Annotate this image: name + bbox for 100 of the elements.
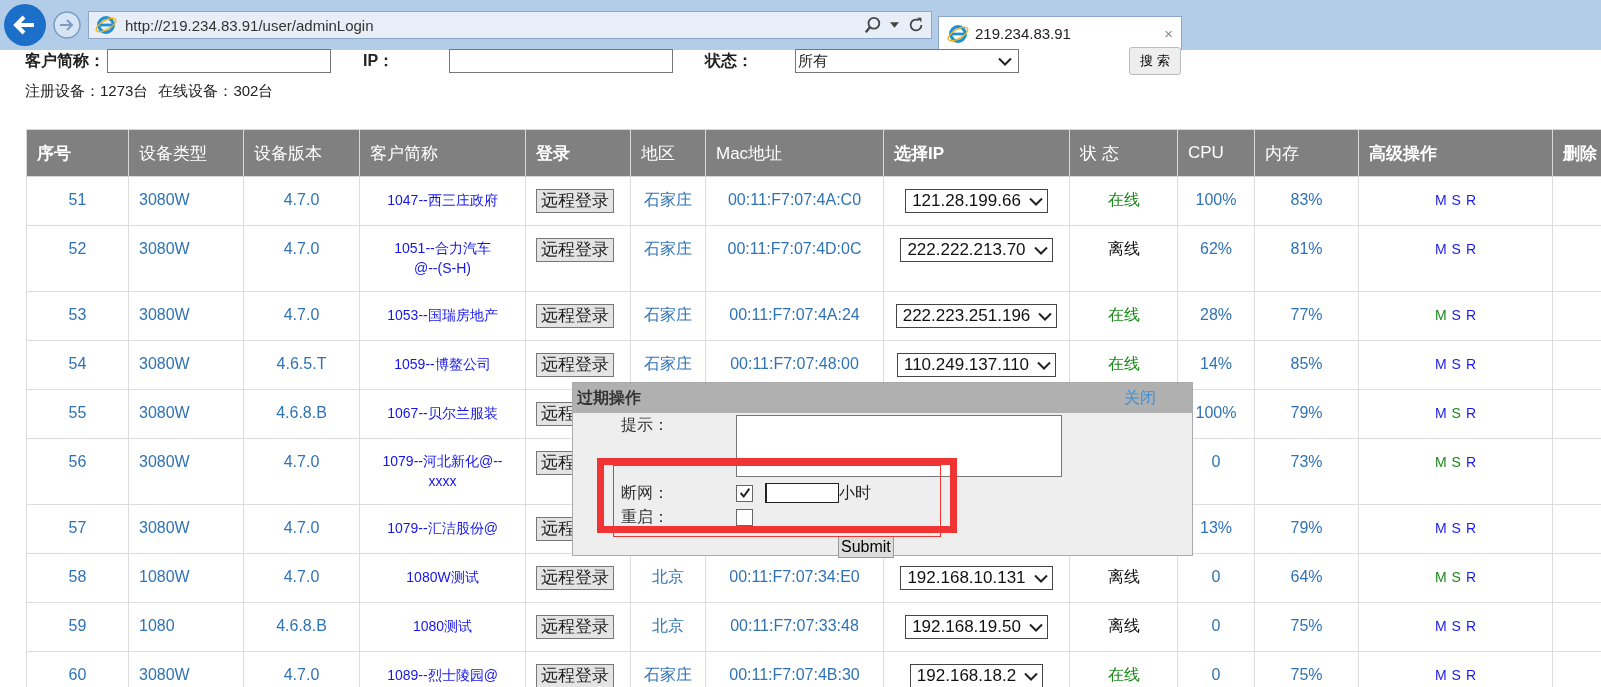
region-link[interactable]: 北京 xyxy=(652,568,684,585)
device-type: 3080W xyxy=(139,453,190,470)
device-type: 3080W xyxy=(139,666,190,683)
refresh-icon[interactable] xyxy=(907,16,925,34)
submit-button[interactable]: Submit xyxy=(838,536,894,558)
row-number: 56 xyxy=(68,453,87,470)
action-link[interactable]: M xyxy=(1434,402,1447,424)
remote-login-button[interactable]: 远程登录 xyxy=(536,566,614,590)
column-header: 设备类型 xyxy=(128,129,244,177)
device-type: 3080W xyxy=(139,306,190,323)
row-number: 53 xyxy=(68,306,87,323)
back-icon[interactable] xyxy=(3,3,47,47)
cpu-usage: 62% xyxy=(1200,240,1232,257)
device-version: 4.6.8.B xyxy=(276,404,327,421)
action-link[interactable]: M xyxy=(1434,353,1447,375)
action-link[interactable]: M xyxy=(1434,615,1447,637)
checkbox[interactable] xyxy=(736,508,753,526)
checkbox[interactable] xyxy=(736,484,753,502)
action-link[interactable]: S xyxy=(1451,451,1461,473)
action-link[interactable]: S xyxy=(1451,189,1461,211)
region-link[interactable]: 北京 xyxy=(652,617,684,634)
action-link[interactable]: M xyxy=(1434,304,1447,326)
cpu-usage: 0 xyxy=(1211,666,1221,683)
ip-select[interactable]: 222.223.251.196 xyxy=(895,304,1058,328)
action-link[interactable]: R xyxy=(1465,566,1477,588)
action-link[interactable]: M xyxy=(1434,664,1447,686)
remote-login-button[interactable]: 远程登录 xyxy=(536,304,614,328)
browser-icon xyxy=(947,22,969,45)
action-link[interactable]: S xyxy=(1451,615,1461,637)
region-link[interactable]: 石家庄 xyxy=(644,240,692,257)
device-version: 4.7.0 xyxy=(283,453,320,470)
tab-close-button[interactable]: × xyxy=(1164,25,1173,42)
remote-login-button[interactable]: 远程登录 xyxy=(536,238,614,262)
search-button[interactable]: 搜 索 xyxy=(1129,47,1181,75)
action-link[interactable]: R xyxy=(1465,615,1477,637)
filter-input[interactable] xyxy=(107,49,331,73)
remote-login-button[interactable]: 远程登录 xyxy=(536,353,614,377)
ip-select[interactable]: 121.28.199.66 xyxy=(905,189,1048,213)
action-link[interactable]: M xyxy=(1434,189,1447,211)
action-link[interactable]: R xyxy=(1465,402,1477,424)
dialog-title: 过期操作 xyxy=(577,387,641,408)
action-link[interactable]: R xyxy=(1465,304,1477,326)
column-header: 登录 xyxy=(525,129,631,177)
row-number: 60 xyxy=(68,666,87,683)
action-link[interactable]: M xyxy=(1434,238,1447,260)
ip-select[interactable]: 222.222.213.70 xyxy=(900,238,1053,262)
action-link[interactable]: S xyxy=(1451,402,1461,424)
address-bar[interactable]: http://219.234.83.91/user/adminLogin xyxy=(88,11,932,39)
caret-icon[interactable] xyxy=(890,22,899,28)
cpu-usage: 0 xyxy=(1211,568,1221,585)
filter-label: IP： xyxy=(363,50,395,71)
status-text: 在线 xyxy=(1107,666,1140,683)
chevron-icon xyxy=(1033,573,1048,583)
device-version: 4.7.0 xyxy=(283,191,320,208)
action-link[interactable]: S xyxy=(1451,664,1461,686)
device-type: 3080W xyxy=(139,404,190,421)
ip-select[interactable]: 192.168.10.131 xyxy=(900,566,1053,590)
memory-usage: 81% xyxy=(1290,240,1323,257)
mac-address[interactable]: 00:11:F7:07:4D:0C xyxy=(727,240,862,257)
action-link[interactable]: M xyxy=(1434,566,1447,588)
status-select[interactable]: 所有 xyxy=(795,49,1020,73)
action-link[interactable]: R xyxy=(1465,664,1477,686)
column-header: 选择IP xyxy=(883,129,1070,177)
remote-login-button[interactable]: 远程登录 xyxy=(536,189,614,213)
customer-link[interactable]: 1080测试 xyxy=(412,616,473,636)
row-number: 55 xyxy=(68,404,87,421)
device-type: 3080W xyxy=(139,355,190,372)
action-link[interactable]: S xyxy=(1451,353,1461,375)
action-link[interactable]: R xyxy=(1465,451,1477,473)
ip-select[interactable]: 192.168.19.50 xyxy=(905,615,1048,639)
search-icon[interactable] xyxy=(864,16,882,34)
chevron-icon xyxy=(1037,360,1052,370)
action-link[interactable]: S xyxy=(1451,238,1461,260)
status-text: 在线 xyxy=(1107,191,1140,208)
customer-link[interactable]: 1080W测试 xyxy=(406,567,479,587)
action-link[interactable]: R xyxy=(1465,189,1477,211)
action-link[interactable]: R xyxy=(1465,517,1477,539)
action-link[interactable]: R xyxy=(1465,238,1477,260)
ip-select[interactable]: 110.249.137.110 xyxy=(896,353,1057,377)
filter-input[interactable] xyxy=(449,49,674,73)
chevron-icon xyxy=(1033,245,1048,255)
action-link[interactable]: S xyxy=(1451,304,1461,326)
device-type: 3080W xyxy=(139,519,190,536)
action-link[interactable]: M xyxy=(1434,451,1447,473)
remote-login-button[interactable]: 远程登录 xyxy=(536,615,614,639)
action-link[interactable]: M xyxy=(1434,517,1447,539)
action-link[interactable]: S xyxy=(1451,517,1461,539)
remote-login-button[interactable]: 远程登录 xyxy=(536,664,614,687)
browser-tab[interactable]: 219.234.83.91 × xyxy=(938,16,1182,50)
action-link[interactable]: S xyxy=(1451,566,1461,588)
hint-textarea[interactable] xyxy=(736,415,1062,477)
row-number: 58 xyxy=(68,568,87,585)
action-link[interactable]: R xyxy=(1465,353,1477,375)
tab-title: 219.234.83.91 xyxy=(975,25,1072,42)
ip-select[interactable]: 192.168.18.2 xyxy=(909,664,1044,687)
row-number: 59 xyxy=(68,617,87,634)
device-type: 3080W xyxy=(139,191,190,208)
row-number: 57 xyxy=(68,519,87,536)
hours-input[interactable] xyxy=(765,483,839,503)
memory-usage: 73% xyxy=(1290,453,1323,470)
